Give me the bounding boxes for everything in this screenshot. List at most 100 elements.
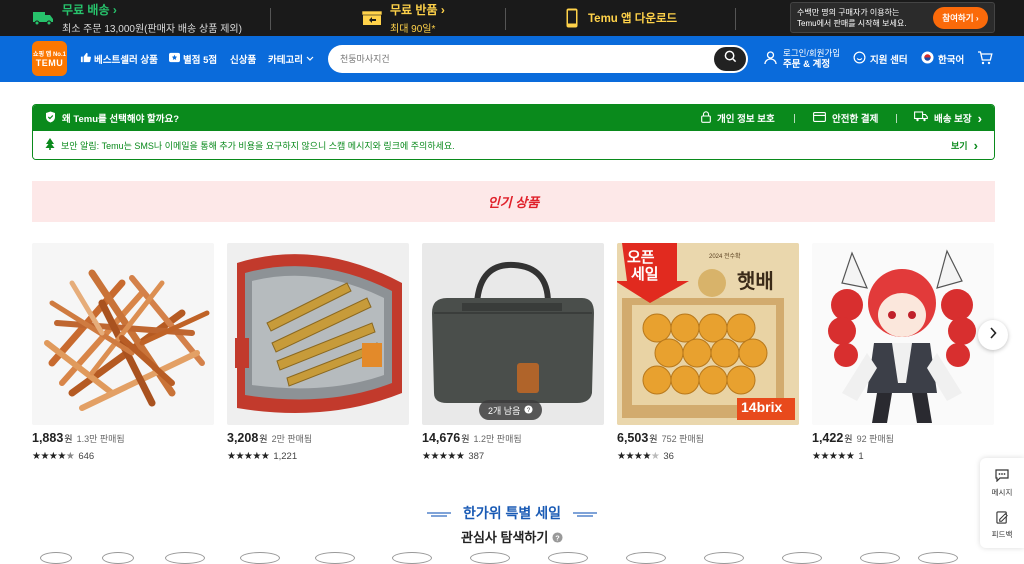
stock-badge-label: 2개 남음 (488, 405, 521, 416)
cart-button[interactable] (977, 36, 993, 82)
nav-bestseller-label: 베스트셀러 상품 (94, 55, 158, 66)
cloud-decoration-icon (572, 506, 597, 522)
star-rating-icon: ★★★★★ (422, 450, 465, 462)
price-line: 6,503 원 752 판매됨 (617, 431, 799, 447)
category-chip[interactable] (40, 552, 72, 564)
product-image[interactable] (227, 243, 409, 425)
search-input[interactable] (328, 45, 708, 73)
search-button[interactable] (714, 47, 746, 71)
nav-new-arrivals[interactable]: 신상품 (230, 36, 256, 82)
explore-interests-text: 관심사 탐색하기 (461, 530, 549, 545)
logo-tagline: 쇼핑 앱 No.1 (33, 52, 66, 58)
why-temu-label: 왜 Temu를 선택해야 할까요? (62, 114, 180, 125)
support-center[interactable]: 지원 센터 (853, 36, 908, 82)
seller-promo[interactable]: 수백만 명의 구매자가 이용하는 Temu에서 판매를 시작해 보세요. 참여하… (790, 2, 995, 33)
korea-flag-icon (921, 51, 934, 67)
user-icon (764, 50, 777, 68)
secure-payment-label: 안전한 결제 (832, 114, 879, 125)
sold-count: 92 판매됨 (856, 434, 894, 444)
product-card[interactable]: 3,208 원 2만 판매됨 ★★★★★ 1,221 (227, 243, 409, 462)
truck-icon (32, 10, 54, 26)
category-chip[interactable] (392, 552, 432, 564)
help-icon[interactable]: ? (552, 531, 563, 546)
app-download-promo[interactable]: Temu 앱 다운로드 (566, 0, 677, 36)
privacy-item: 개인 정보 보호 (701, 105, 775, 131)
category-chip[interactable] (860, 552, 900, 564)
free-shipping-promo[interactable]: 무료 배송 › 최소 주문 13,000원(판매자 배송 상품 제외) (32, 0, 242, 36)
orders-account-label: 주문 & 계정 (783, 59, 831, 70)
feedback-label: 피드백 (991, 529, 1013, 539)
product-image[interactable] (812, 243, 994, 425)
category-chip[interactable] (165, 552, 205, 564)
review-count: 1,221 (273, 450, 298, 462)
stock-badge: 2개 남음 ? (479, 400, 543, 420)
why-temu-bar[interactable]: 왜 Temu를 선택해야 할까요? 개인 정보 보호 안전한 결제 배송 보장 … (33, 105, 994, 131)
tree-icon (45, 138, 55, 152)
category-chip[interactable] (102, 552, 134, 564)
divider (735, 8, 736, 30)
join-button[interactable]: 참여하기 › (933, 7, 988, 29)
view-link[interactable]: 보기 › (951, 131, 978, 159)
festival-title-text: 한가위 특별 세일 (463, 505, 561, 521)
nav-categories[interactable]: 카테고리 (268, 36, 314, 82)
floating-side-panel: 메시지 피드백 (980, 458, 1024, 548)
divider (270, 8, 271, 30)
language-selector[interactable]: 한국어 (921, 36, 964, 82)
delivery-truck-icon (914, 111, 928, 125)
chevron-right-icon: › (112, 3, 117, 17)
cloud-decoration-icon (427, 506, 452, 522)
privacy-label: 개인 정보 보호 (717, 114, 775, 125)
category-chip[interactable] (704, 552, 744, 564)
category-chip[interactable] (548, 552, 588, 564)
nav-five-star[interactable]: 별점 5점 (169, 36, 217, 82)
brix-label: 14brix (741, 399, 783, 415)
category-chip[interactable] (240, 552, 280, 564)
divider (896, 114, 897, 123)
product-image[interactable]: 오픈 세일 햇배 2024 전수확 14brix (617, 243, 799, 425)
product-image[interactable] (32, 243, 214, 425)
product-image[interactable]: 2개 남음 ? (422, 243, 604, 425)
free-shipping-subtitle: 최소 주문 13,000원(판매자 배송 상품 제외) (62, 24, 242, 35)
feedback-button[interactable]: 피드백 (980, 504, 1024, 546)
category-chip[interactable] (918, 552, 958, 564)
rating: ★★★★★ 646 (32, 450, 214, 462)
top-promo-bar: 무료 배송 › 최소 주문 13,000원(판매자 배송 상품 제외) 무료 반… (0, 0, 1024, 36)
carousel-next-button[interactable] (978, 320, 1008, 350)
product-card[interactable]: 1,883 원 1.3만 판매됨 ★★★★★ 646 (32, 243, 214, 462)
category-chip[interactable] (626, 552, 666, 564)
account-menu[interactable]: 로그인/회원가입 주문 & 계정 (764, 36, 840, 82)
product-card[interactable]: 2개 남음 ? 14,676 원 1.2만 판매됨 ★★★★★ 387 (422, 243, 604, 462)
temu-logo[interactable]: 쇼핑 앱 No.1 TEMU (32, 41, 67, 76)
message-button[interactable]: 메시지 (980, 462, 1024, 504)
security-notice-bar[interactable]: 보안 알림: Temu는 SMS나 이메일을 통해 추가 비용을 요구하지 않으… (33, 131, 994, 159)
cart-icon (977, 50, 993, 68)
product-card[interactable]: 1,422 원 92 판매됨 ★★★★★ 1 (812, 243, 994, 462)
rating: ★★★★★ 1,221 (227, 450, 409, 462)
free-return-promo[interactable]: 무료 반품 › 최대 90일* (362, 0, 445, 36)
category-chip[interactable] (782, 552, 822, 564)
security-notice: 보안 알림: Temu는 SMS나 이메일을 통해 추가 비용을 요구하지 않으… (45, 131, 455, 159)
language-label: 한국어 (938, 55, 965, 66)
product-price: 6,503 (617, 431, 649, 445)
chevron-down-icon (306, 54, 314, 65)
category-chip[interactable] (470, 552, 510, 564)
nav-bestseller[interactable]: 베스트셀러 상품 (80, 36, 158, 82)
sale-label-2: 세일 (631, 266, 659, 283)
message-label: 메시지 (991, 487, 1013, 497)
sold-count: 1.2만 판매됨 (473, 434, 522, 444)
divider (505, 8, 506, 30)
sold-count: 1.3만 판매됨 (76, 434, 125, 444)
rating: ★★★★★ 387 (422, 450, 604, 462)
product-price: 1,422 (812, 431, 844, 445)
rating: ★★★★★ 1 (812, 450, 994, 462)
product-card[interactable]: 오픈 세일 햇배 2024 전수확 14brix 6,503 원 752 판매됨 … (617, 243, 799, 462)
svg-text:?: ? (527, 407, 531, 414)
return-box-icon (362, 10, 382, 26)
sold-count: 752 판매됨 (661, 434, 704, 444)
star-rating-icon: ★★★★★ (227, 450, 270, 462)
category-chip[interactable] (315, 552, 355, 564)
feedback-icon (995, 510, 1009, 526)
card-icon (813, 111, 826, 125)
product-price: 1,883 (32, 431, 64, 445)
currency: 원 (461, 434, 470, 444)
